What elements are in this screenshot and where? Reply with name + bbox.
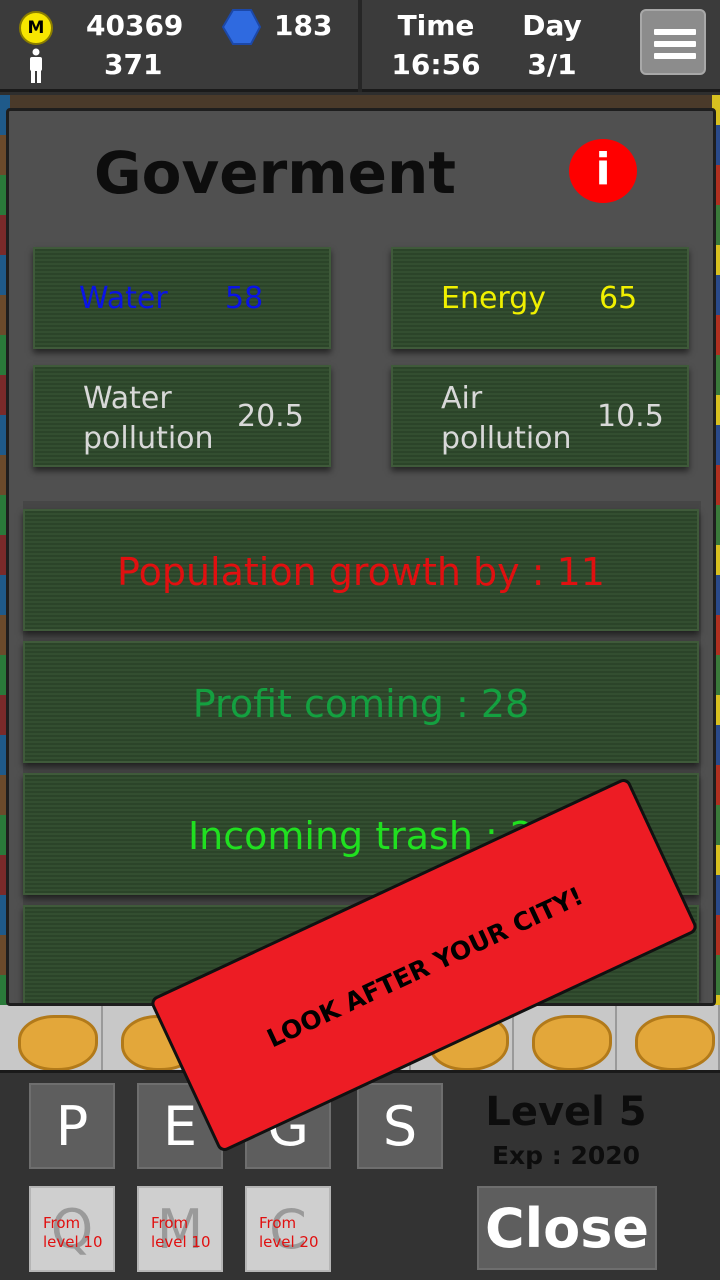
population-value: 371 bbox=[104, 48, 163, 81]
unlock-requirement: From level 20 bbox=[259, 1214, 319, 1251]
day-value: 3/1 bbox=[527, 48, 577, 81]
water-pollution-label-line1: Water bbox=[83, 381, 172, 416]
water-value: 58 bbox=[225, 281, 264, 316]
key-s-button[interactable]: S bbox=[357, 1083, 443, 1169]
population-growth-row: Population growth by : 11 bbox=[23, 509, 699, 631]
unlock-requirement: From level 10 bbox=[43, 1214, 103, 1251]
population-growth-text: Population growth by : 11 bbox=[117, 550, 605, 594]
gems-value: 183 bbox=[274, 9, 333, 42]
time-value: 16:56 bbox=[391, 48, 481, 81]
bottom-bar: P E G S Q From level 10 M From level 10 … bbox=[0, 1070, 720, 1280]
water-label: Water bbox=[79, 281, 168, 316]
person-icon bbox=[30, 48, 42, 83]
energy-value: 65 bbox=[599, 281, 638, 316]
energy-card: Energy 65 bbox=[391, 247, 689, 349]
profit-row: Profit coming : 28 bbox=[23, 641, 699, 763]
resources-area: M 40369 371 183 bbox=[0, 0, 358, 92]
water-pollution-label-line2: pollution bbox=[83, 421, 214, 456]
top-status-bar: M 40369 371 183 Time 16:56 Day 3/1 bbox=[0, 0, 720, 92]
profit-text: Profit coming : 28 bbox=[192, 682, 530, 726]
game-screen: M 40369 371 183 Time 16:56 Day 3/1 Gover… bbox=[0, 0, 720, 1280]
sand-tile bbox=[0, 1005, 103, 1070]
water-pollution-card: Water pollution 20.5 bbox=[33, 365, 331, 467]
time-label: Time bbox=[397, 9, 475, 42]
energy-label: Energy bbox=[441, 281, 547, 316]
key-c-locked-button[interactable]: C From level 20 bbox=[245, 1186, 331, 1272]
coin-icon: M bbox=[19, 11, 53, 45]
panel-title: Goverment bbox=[94, 139, 456, 207]
gem-icon bbox=[221, 9, 261, 45]
water-pollution-value: 20.5 bbox=[237, 399, 304, 434]
menu-icon bbox=[654, 29, 696, 35]
water-card: Water 58 bbox=[33, 247, 331, 349]
air-pollution-value: 10.5 bbox=[597, 399, 664, 434]
key-p-button[interactable]: P bbox=[29, 1083, 115, 1169]
money-value: 40369 bbox=[86, 9, 184, 42]
topbar-divider bbox=[358, 0, 362, 92]
menu-button[interactable] bbox=[640, 9, 706, 75]
info-button[interactable]: i bbox=[569, 139, 637, 203]
exp-label: Exp : 2020 bbox=[491, 1141, 641, 1170]
unlock-requirement: From level 10 bbox=[151, 1214, 211, 1251]
key-q-locked-button[interactable]: Q From level 10 bbox=[29, 1186, 115, 1272]
air-pollution-label-line2: pollution bbox=[441, 421, 572, 456]
key-m-locked-button[interactable]: M From level 10 bbox=[137, 1186, 223, 1272]
day-label: Day bbox=[522, 9, 582, 42]
air-pollution-card: Air pollution 10.5 bbox=[391, 365, 689, 467]
level-label: Level 5 bbox=[485, 1089, 647, 1135]
close-button[interactable]: Close bbox=[477, 1186, 657, 1270]
sand-tile bbox=[514, 1005, 618, 1070]
sand-tile bbox=[617, 1005, 720, 1070]
air-pollution-label-line1: Air bbox=[441, 381, 483, 416]
